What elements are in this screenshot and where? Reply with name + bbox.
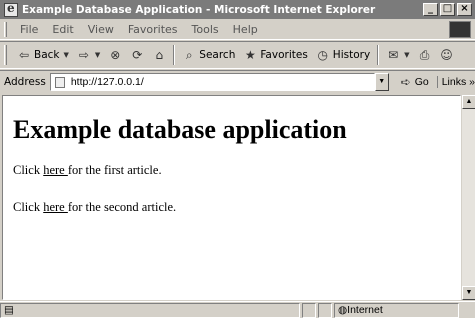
scroll-down-button[interactable]: ▼ [462, 286, 475, 300]
para1-suffix: for the first article. [67, 163, 162, 177]
page-content: Example database application Click here … [2, 95, 461, 300]
page-icon [54, 77, 65, 88]
search-icon: ⌕ [185, 48, 193, 62]
menu-favorites[interactable]: Favorites [121, 23, 185, 36]
forward-dropdown-icon[interactable]: ▼ [95, 51, 100, 59]
search-button[interactable]: ⌕ Search [178, 48, 239, 62]
print-button[interactable]: ⎙ [414, 48, 436, 62]
mail-dropdown-icon[interactable]: ▼ [404, 51, 409, 59]
address-bar: Address http://127.0.0.1/ ▼ ➪ Go Links » [0, 70, 475, 93]
home-icon: ⌂ [155, 48, 164, 62]
window-controls: _ □ × [423, 3, 472, 16]
page-heading: Example database application [13, 115, 347, 144]
security-zone-panel: ◍ Internet [334, 302, 459, 318]
para1-prefix: Click [13, 163, 44, 177]
scroll-up-button[interactable]: ▲ [462, 95, 475, 109]
globe-icon: ◍ [338, 304, 348, 316]
home-button[interactable]: ⌂ [148, 48, 170, 62]
go-label: Go [414, 76, 429, 88]
back-button[interactable]: ⇦ Back ▼ [13, 48, 73, 62]
status-panel [318, 302, 332, 318]
mail-icon: ✉ [388, 48, 399, 62]
minimize-button[interactable]: _ [423, 3, 438, 16]
ie-app-icon[interactable] [4, 1, 18, 17]
address-input[interactable]: http://127.0.0.1/ [49, 73, 375, 91]
status-main-panel: ▤ [0, 302, 300, 318]
window-title: Example Database Application - Microsoft… [22, 3, 376, 16]
stop-button[interactable]: ⊗ [104, 48, 126, 62]
status-bar: ▤ ◍ Internet [0, 301, 475, 318]
first-article-link[interactable]: here [43, 163, 68, 177]
menu-tools[interactable]: Tools [185, 23, 226, 36]
para2-suffix: for the second article. [67, 200, 177, 214]
first-article-paragraph: Click here for the first article. [13, 163, 450, 178]
page-done-icon: ▤ [4, 304, 14, 316]
favorites-label: Favorites [260, 49, 308, 61]
go-arrow-icon: ➪ [400, 75, 411, 89]
menu-help[interactable]: Help [226, 23, 265, 36]
history-icon: ◷ [317, 48, 329, 62]
address-label: Address [4, 76, 46, 88]
refresh-icon: ⟳ [132, 48, 143, 62]
print-icon: ⎙ [419, 48, 430, 62]
close-button[interactable]: × [457, 3, 472, 16]
search-label: Search [199, 49, 236, 61]
go-button[interactable]: ➪ Go [395, 75, 433, 89]
menu-bar: File Edit View Favorites Tools Help [0, 19, 475, 40]
address-dropdown-button[interactable]: ▼ [374, 73, 389, 91]
back-arrow-icon: ⇦ [18, 48, 30, 62]
address-url[interactable]: http://127.0.0.1/ [71, 76, 144, 88]
menu-view[interactable]: View [81, 23, 121, 36]
refresh-button[interactable]: ⟳ [126, 48, 148, 62]
favorites-icon: ★ [244, 48, 256, 62]
toolbar-separator [173, 45, 176, 65]
history-button[interactable]: ◷ History [312, 48, 374, 62]
history-label: History [332, 49, 371, 61]
menu-grip[interactable] [4, 21, 7, 37]
toolbar-separator [377, 45, 380, 65]
stop-icon: ⊗ [110, 48, 121, 62]
toolbar-grip[interactable] [4, 45, 7, 65]
messenger-icon: ☺ [440, 48, 453, 62]
maximize-button[interactable]: □ [440, 3, 455, 16]
back-label: Back [34, 49, 60, 61]
favorites-button[interactable]: ★ Favorites [239, 48, 311, 62]
mail-button[interactable]: ✉ ▼ [382, 48, 413, 62]
second-article-paragraph: Click here for the second article. [13, 200, 450, 215]
back-dropdown-icon[interactable]: ▼ [64, 51, 69, 59]
links-label: Links [441, 76, 467, 88]
zone-label: Internet [347, 304, 383, 316]
menu-file[interactable]: File [13, 23, 45, 36]
para2-prefix: Click [13, 200, 44, 214]
second-article-link[interactable]: here [43, 200, 68, 214]
windows-logo-icon [449, 20, 471, 38]
standard-toolbar: ⇦ Back ▼ ⇨ ▼ ⊗ ⟳ ⌂ ⌕ Search ★ Favorites … [0, 41, 475, 69]
title-bar: Example Database Application - Microsoft… [0, 0, 475, 19]
menu-edit[interactable]: Edit [45, 23, 80, 36]
forward-arrow-icon: ⇨ [78, 48, 89, 62]
vertical-scrollbar[interactable]: ▲ ▼ [461, 95, 475, 300]
links-chevron-icon: » [469, 76, 475, 88]
messenger-button[interactable]: ☺ [436, 48, 458, 62]
forward-button[interactable]: ⇨ ▼ [73, 48, 104, 62]
links-button[interactable]: Links » [436, 76, 475, 88]
status-panel [302, 302, 316, 318]
